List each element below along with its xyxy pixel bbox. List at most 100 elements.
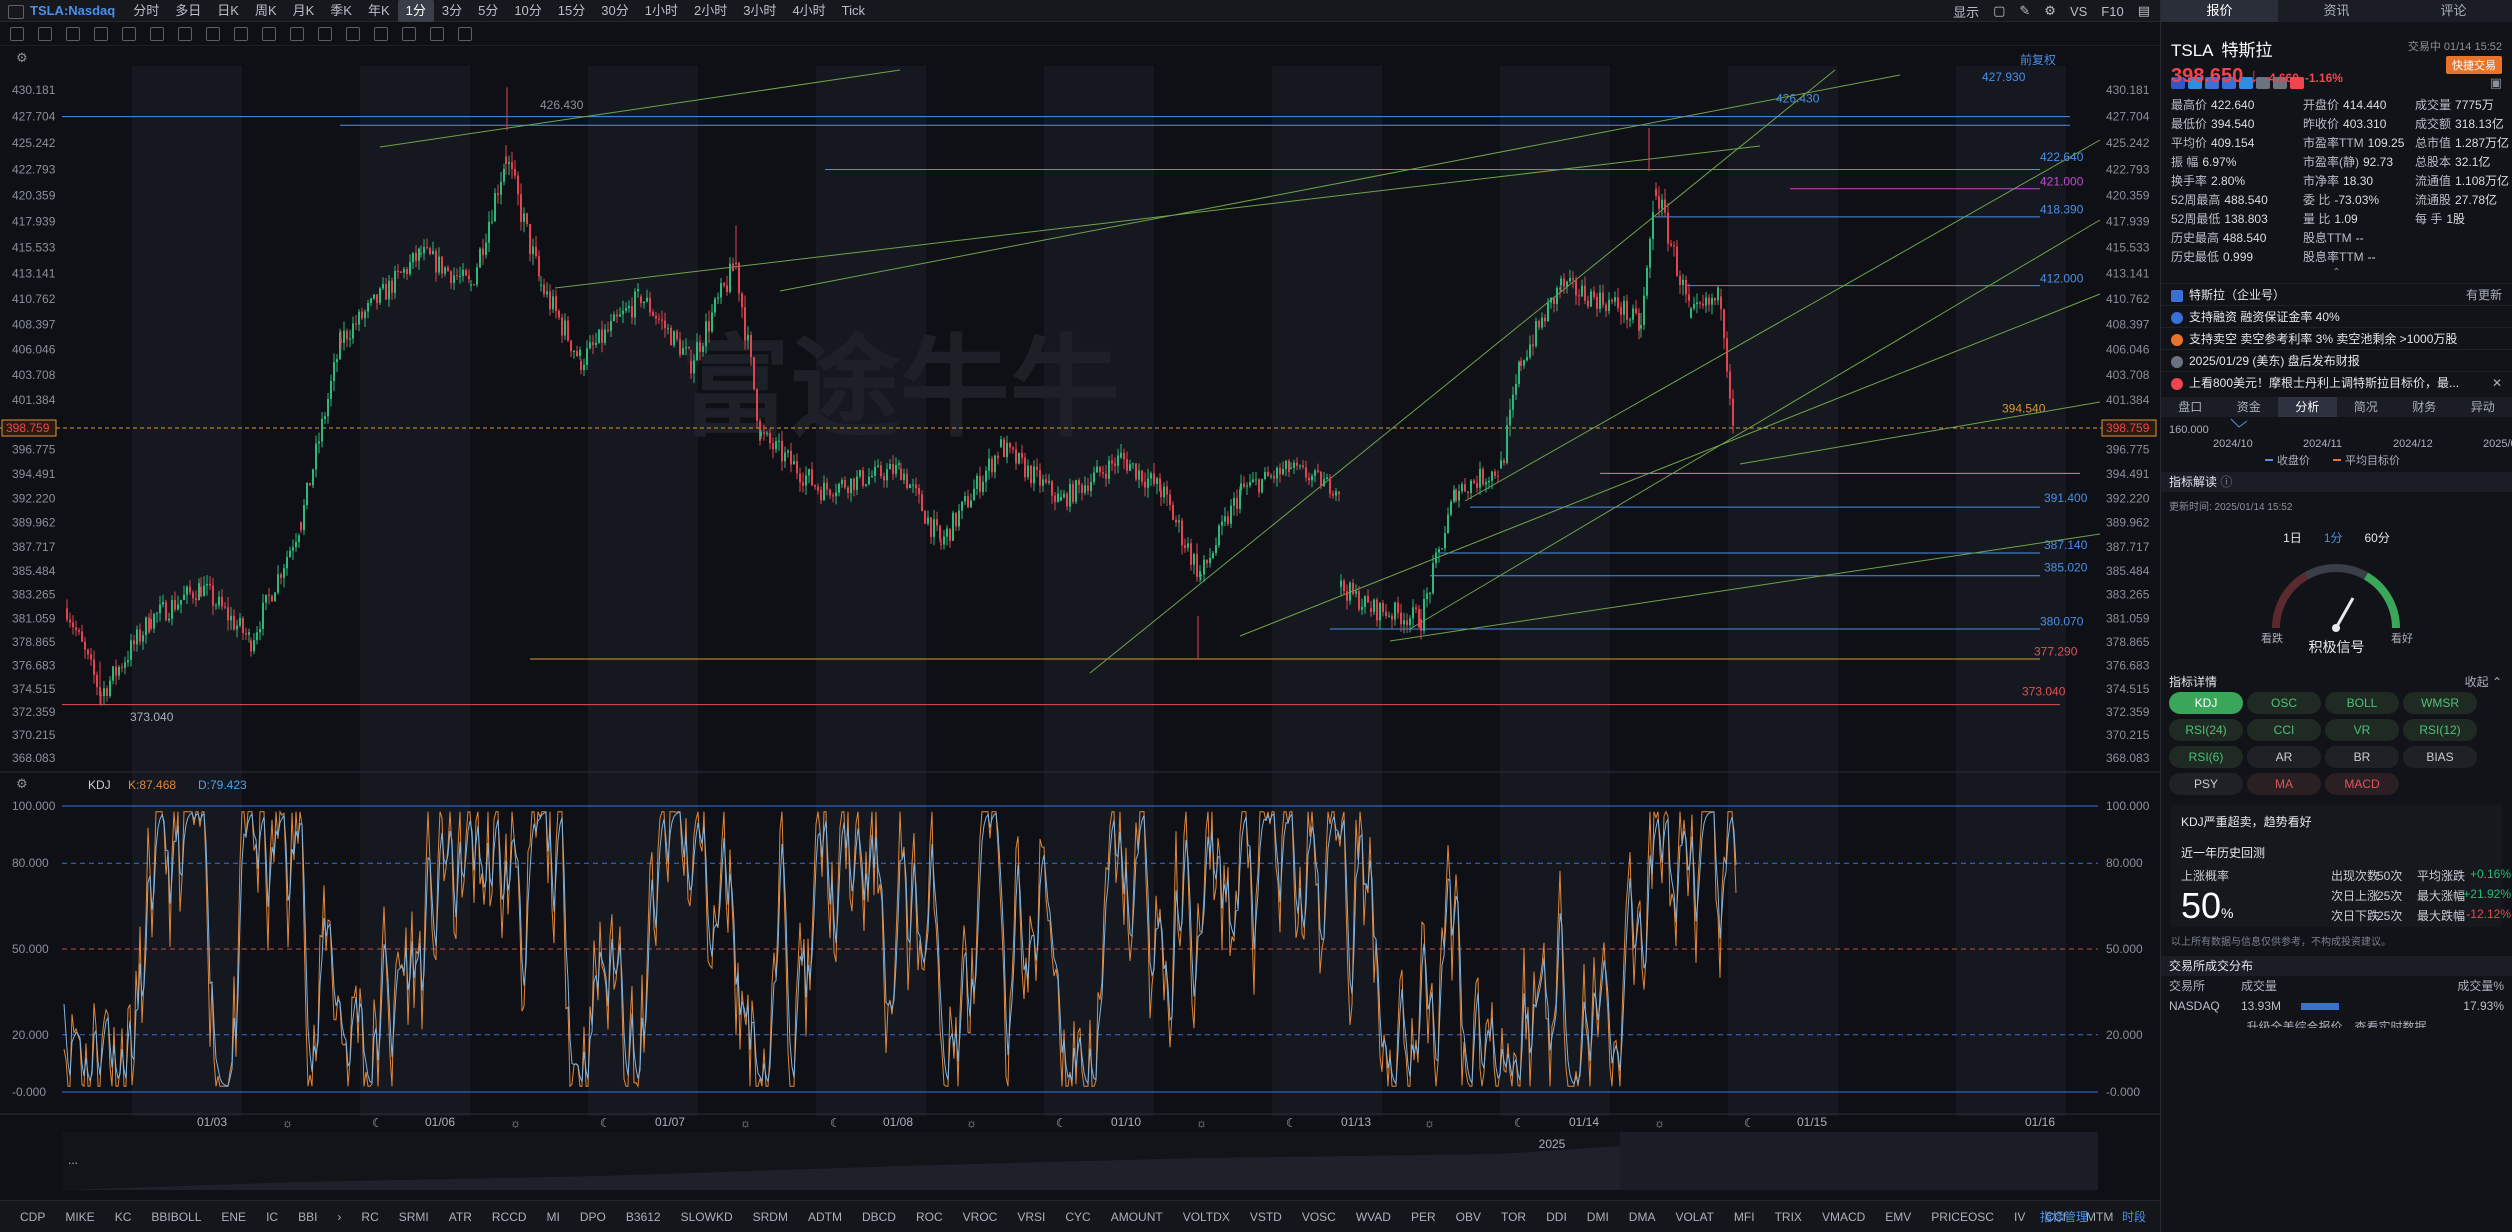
timeframe-年K[interactable]: 年K <box>360 0 398 22</box>
indicator-IC[interactable]: IC <box>256 1210 288 1224</box>
indicator-pill-RSI(24)[interactable]: RSI(24) <box>2169 719 2243 741</box>
info-row[interactable]: 支持卖空 卖空参考利率 3% 卖空池剩余 >1000万股 <box>2161 327 2512 349</box>
timeframe-15分[interactable]: 15分 <box>550 0 593 22</box>
indicator-pill-WMSR[interactable]: WMSR <box>2403 692 2477 714</box>
indicator-PRICEOSC[interactable]: PRICEOSC <box>1921 1210 2004 1224</box>
indicator-DBCD[interactable]: DBCD <box>852 1210 906 1224</box>
indicator-B3612[interactable]: B3612 <box>616 1210 671 1224</box>
hide-icon[interactable] <box>430 26 444 41</box>
company-row[interactable]: 特斯拉（企业号） 有更新 <box>2161 283 2512 305</box>
timeframe-季K[interactable]: 季K <box>322 0 360 22</box>
lock-icon[interactable] <box>374 26 388 41</box>
subtab-分析[interactable]: 分析 <box>2278 397 2337 417</box>
indicator-AMOUNT[interactable]: AMOUNT <box>1101 1210 1173 1224</box>
tab-comments[interactable]: 评论 <box>2395 0 2512 22</box>
trendline-icon[interactable] <box>38 26 52 41</box>
symbol-label[interactable]: TSLA:Nasdaq <box>0 3 125 19</box>
tab-news[interactable]: 资讯 <box>2278 0 2395 22</box>
timeframe-Tick[interactable]: Tick <box>834 0 873 22</box>
timeframe-1小时[interactable]: 1小时 <box>637 0 686 22</box>
period-60分[interactable]: 60分 <box>2365 529 2390 546</box>
settings-icon[interactable] <box>458 26 472 41</box>
collapse-stats-icon[interactable]: ⌃ <box>2161 268 2512 279</box>
layout-icon[interactable]: ▢ <box>1993 3 2005 19</box>
indicator-MFI[interactable]: MFI <box>1724 1210 1765 1224</box>
indicator-VSTD[interactable]: VSTD <box>1240 1210 1292 1224</box>
indicator-MIKE[interactable]: MIKE <box>55 1210 104 1224</box>
collapse-icon[interactable]: ▤ <box>2138 3 2150 19</box>
indicator-OBV[interactable]: OBV <box>1446 1210 1491 1224</box>
trend-line[interactable] <box>1089 69 1836 674</box>
help-icon[interactable]: ⓘ <box>2220 475 2232 489</box>
indicator-EMV[interactable]: EMV <box>1875 1210 1921 1224</box>
indicator-pill-RSI(6)[interactable]: RSI(6) <box>2169 746 2243 768</box>
fib-icon[interactable] <box>122 26 136 41</box>
indicator-TOR[interactable]: TOR <box>1491 1210 1536 1224</box>
chart-settings-icon[interactable]: ⚙ <box>16 50 28 65</box>
navigator-window[interactable] <box>1620 1132 2098 1190</box>
indicator-pill-VR[interactable]: VR <box>2325 719 2399 741</box>
fuquan-label[interactable]: 前复权 <box>2020 52 2056 67</box>
indicator-TRIX[interactable]: TRIX <box>1765 1210 1812 1224</box>
chart-area[interactable]: 富途牛牛 430.181 430.181 427.704 427.704 425.242 4… <box>0 46 2160 1206</box>
quick-trade-button[interactable]: 快捷交易 <box>2446 56 2502 74</box>
rect-icon[interactable] <box>234 26 248 41</box>
period-1日[interactable]: 1日 <box>2283 529 2302 546</box>
indicator-WVAD[interactable]: WVAD <box>1346 1210 1401 1224</box>
indicator-›[interactable]: › <box>327 1210 351 1224</box>
magnet-icon[interactable] <box>318 26 332 41</box>
indicator-KC[interactable]: KC <box>105 1210 142 1224</box>
indicator-DDI[interactable]: DDI <box>1536 1210 1577 1224</box>
indicator-DPO[interactable]: DPO <box>570 1210 616 1224</box>
timeframe-分时[interactable]: 分时 <box>125 0 167 22</box>
display-menu[interactable]: 显示 <box>1953 2 1979 21</box>
indicator-pill-AR[interactable]: AR <box>2247 746 2321 768</box>
search-icon[interactable] <box>262 26 276 41</box>
subtab-盘口[interactable]: 盘口 <box>2161 397 2220 417</box>
indicator-pill-RSI(12)[interactable]: RSI(12) <box>2403 719 2477 741</box>
indicator-pill-PSY[interactable]: PSY <box>2169 773 2243 795</box>
indicator-pill-BIAS[interactable]: BIAS <box>2403 746 2477 768</box>
indicator-CDP[interactable]: CDP <box>10 1210 55 1224</box>
indicator-CYC[interactable]: CYC <box>1055 1210 1100 1224</box>
indicator-RC[interactable]: RC <box>351 1210 388 1224</box>
info-row[interactable]: 支持融资 融资保证金率 40% <box>2161 305 2512 327</box>
indicator-PER[interactable]: PER <box>1401 1210 1446 1224</box>
cursor-icon[interactable] <box>10 26 24 41</box>
indicator-ADTM[interactable]: ADTM <box>798 1210 852 1224</box>
timeframe-3分[interactable]: 3分 <box>434 0 470 22</box>
timeframe-3小时[interactable]: 3小时 <box>735 0 784 22</box>
timeframe-月K[interactable]: 月K <box>285 0 323 22</box>
upgrade-link[interactable]: 升级全美综合报价，查看实时数据 <box>2161 1016 2512 1028</box>
indicator-DMI[interactable]: DMI <box>1577 1210 1619 1224</box>
indicator-ENE[interactable]: ENE <box>211 1210 256 1224</box>
indicator-ATR[interactable]: ATR <box>439 1210 482 1224</box>
indicator-SRDM[interactable]: SRDM <box>743 1210 798 1224</box>
session-button[interactable]: 时段 <box>2112 1208 2156 1225</box>
timeframe-4小时[interactable]: 4小时 <box>784 0 833 22</box>
navigator-left-handle[interactable]: ... <box>68 1153 78 1167</box>
brush-icon[interactable]: ✎ <box>2019 3 2030 19</box>
timeframe-5分[interactable]: 5分 <box>470 0 506 22</box>
indicator-pill-BOLL[interactable]: BOLL <box>2325 692 2399 714</box>
indicator-pill-BR[interactable]: BR <box>2325 746 2399 768</box>
close-icon[interactable]: ✕ <box>2492 372 2502 394</box>
indicator-DMA[interactable]: DMA <box>1619 1210 1666 1224</box>
indicator-pill-KDJ[interactable]: KDJ <box>2169 692 2243 714</box>
indicator-VOLTDX[interactable]: VOLTDX <box>1173 1210 1240 1224</box>
news-update[interactable]: 有更新 <box>2466 284 2502 306</box>
text-icon[interactable] <box>206 26 220 41</box>
measure-icon[interactable] <box>150 26 164 41</box>
info-row[interactable]: 上看800美元！摩根士丹利上调特斯拉目标价，最... ✕ <box>2161 371 2512 393</box>
indicator-pill-CCI[interactable]: CCI <box>2247 719 2321 741</box>
timeframe-日K[interactable]: 日K <box>209 0 247 22</box>
indicator-pill-MACD[interactable]: MACD <box>2325 773 2399 795</box>
kdj-settings-icon[interactable]: ⚙ <box>16 776 28 791</box>
timeframe-多日[interactable]: 多日 <box>167 0 209 22</box>
collapse-button[interactable]: 收起 ⌃ <box>2465 673 2502 690</box>
indicator-pill-OSC[interactable]: OSC <box>2247 692 2321 714</box>
indicator-BBI[interactable]: BBI <box>288 1210 327 1224</box>
pen-icon[interactable] <box>290 26 304 41</box>
indicator-VOLAT[interactable]: VOLAT <box>1665 1210 1723 1224</box>
trash-icon[interactable] <box>402 26 416 41</box>
